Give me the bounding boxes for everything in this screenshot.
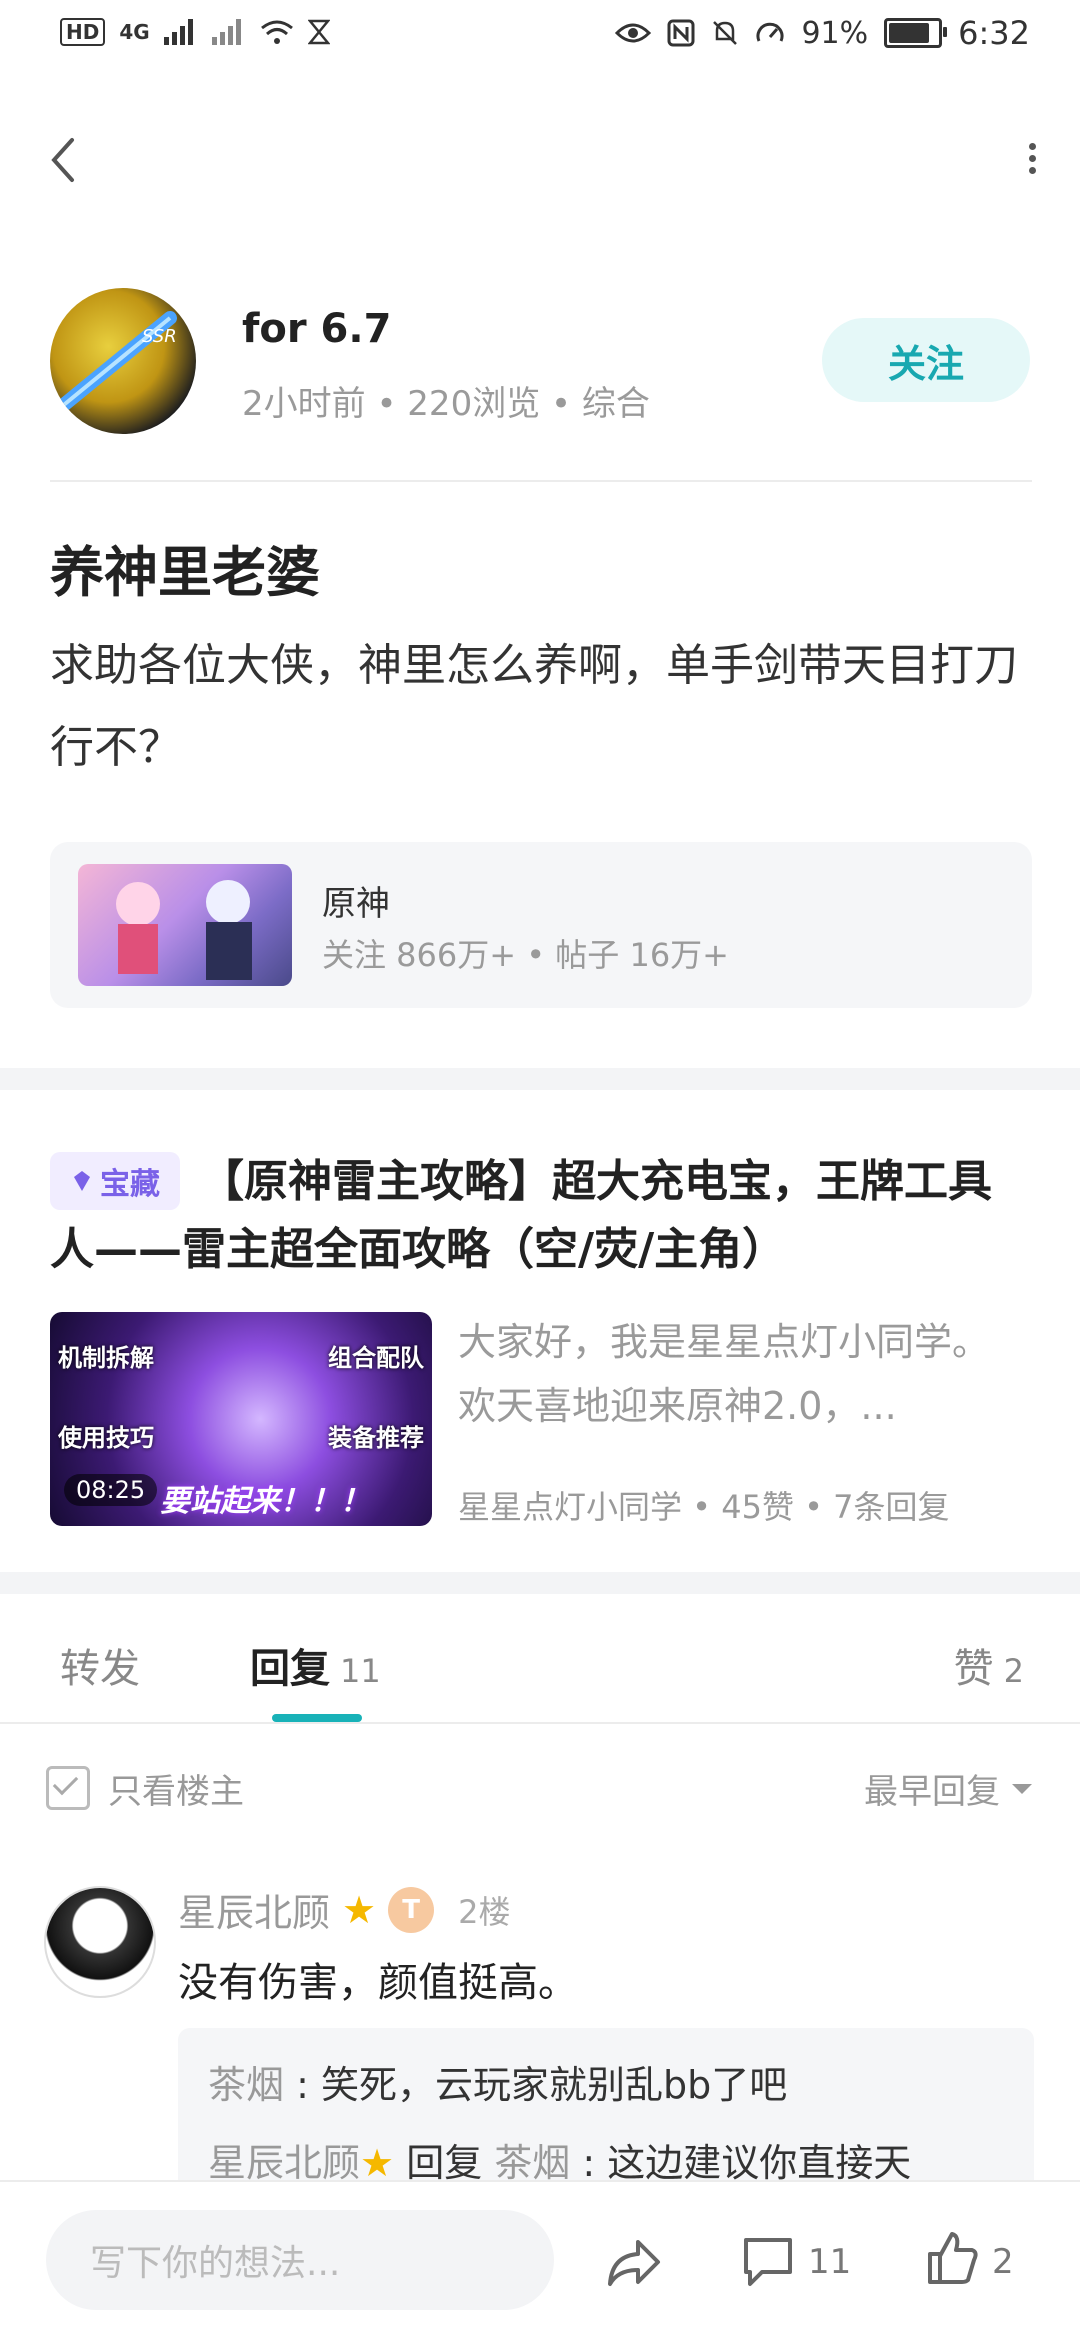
clock: 6:32 xyxy=(958,14,1030,52)
treasure-tag-label: 宝藏 xyxy=(100,1167,160,1202)
tab-reply-label: 回复 xyxy=(250,1646,330,1692)
svg-text:SSR: SSR xyxy=(142,326,177,347)
section-divider xyxy=(0,1572,1080,1594)
sub-reply-text: 笑死，云玩家就别乱bb了吧 xyxy=(320,2063,788,2107)
status-right: 91% 6:32 xyxy=(615,14,1030,52)
sub-reply-target[interactable]: 茶烟 xyxy=(494,2141,570,2185)
tab-like-count: 2 xyxy=(1003,1652,1024,1690)
separator: : xyxy=(284,2063,321,2107)
recommended-title[interactable]: 【原神雷主攻略】超大充电宝，王牌工具人——雷主超全面攻略（空/荧/主角） xyxy=(50,1148,1030,1284)
battery-fill xyxy=(889,23,930,43)
thumb-label: 组合配队 xyxy=(328,1344,424,1372)
sub-reply-user[interactable]: 茶烟 xyxy=(208,2063,284,2107)
thumb-banner: 要站起来！！！ xyxy=(160,1484,370,1519)
sub-reply: 星辰北顾★ 回复 茶烟 : 这边建议你直接天 xyxy=(208,2132,911,2187)
recommended-meta: 星星点灯小同学 • 45赞 • 7条回复 xyxy=(458,1488,950,1526)
author-name[interactable]: for 6.7 xyxy=(242,306,391,352)
back-arrow-icon[interactable] xyxy=(44,130,84,190)
mute-icon xyxy=(713,21,738,45)
post-title: 养神里老婆 xyxy=(50,541,320,604)
follow-button[interactable]: 关注 xyxy=(822,318,1030,402)
tab-forward[interactable]: 转发 xyxy=(60,1636,140,1694)
comment-icon[interactable] xyxy=(740,2234,796,2290)
tab-indicator xyxy=(272,1714,362,1722)
star-icon: ★ xyxy=(360,2141,395,2185)
only-owner-checkbox[interactable] xyxy=(46,1766,90,1810)
thumb-label: 使用技巧 xyxy=(58,1424,154,1452)
comment-input[interactable]: 写下你的想法... xyxy=(46,2210,554,2310)
divider xyxy=(50,480,1032,482)
only-owner-label[interactable]: 只看楼主 xyxy=(108,1764,244,1813)
reply-action: 回复 xyxy=(406,2141,483,2185)
battery-percent: 91% xyxy=(801,15,869,51)
level-badge: T xyxy=(388,1886,435,1933)
share-icon[interactable] xyxy=(604,2236,664,2290)
tab-reply[interactable]: 回复 11 xyxy=(250,1636,381,1694)
thumbs-up-icon[interactable] xyxy=(924,2230,980,2288)
signal-off-icon xyxy=(211,19,241,45)
signal-icon xyxy=(163,19,193,45)
sub-reply: 茶烟 : 笑死，云玩家就别乱bb了吧 xyxy=(208,2054,787,2109)
comment-count: 11 xyxy=(808,2242,852,2282)
video-duration: 08:25 xyxy=(64,1474,158,1506)
post-body: 求助各位大侠，神里怎么养啊，单手剑带天目打刀行不？ xyxy=(50,640,1018,773)
sword-image-icon: SSR xyxy=(53,311,177,415)
hd-badge: HD xyxy=(60,18,106,46)
nfc-icon xyxy=(667,19,695,47)
network-type: 4G xyxy=(119,20,150,44)
reply-text: 没有伤害，颜值挺高。 xyxy=(178,1960,578,2006)
sort-label: 最早回复 xyxy=(864,1772,1000,1812)
like-count: 2 xyxy=(992,2242,1014,2282)
sort-dropdown[interactable]: 最早回复 xyxy=(864,1764,1032,1813)
divider xyxy=(0,1722,1080,1724)
reply-username[interactable]: 星辰北顾 xyxy=(178,1882,330,1937)
recommended-video-thumbnail[interactable]: 机制拆解 组合配队 使用技巧 装备推荐 08:25 要站起来！！！ xyxy=(50,1312,432,1526)
tab-like-label: 赞 xyxy=(953,1646,994,1692)
thumb-label: 机制拆解 xyxy=(58,1344,154,1372)
more-menu-icon[interactable] xyxy=(1022,138,1042,182)
star-icon: ★ xyxy=(342,1887,377,1932)
tab-reply-count: 11 xyxy=(340,1652,381,1690)
status-bar: HD 4G 91% 6:32 xyxy=(0,0,1080,72)
hourglass-icon xyxy=(307,19,330,45)
game-art-image xyxy=(116,880,252,980)
forum-card[interactable]: 原神 关注 866万+ • 帖子 16万+ xyxy=(50,842,1032,1008)
tab-like[interactable]: 赞2 xyxy=(954,1636,1024,1694)
post-meta: 2小时前 • 220浏览 • 综合 xyxy=(242,384,650,424)
speed-icon xyxy=(756,22,784,42)
recommended-summary: 大家好，我是星星点灯小同学。欢天喜地迎来原神2.0，... xyxy=(458,1320,991,1428)
wifi-icon xyxy=(260,20,293,44)
status-left: HD 4G xyxy=(60,18,330,46)
author-avatar[interactable]: SSR xyxy=(50,288,196,434)
battery-icon xyxy=(884,18,948,48)
forum-name: 原神 xyxy=(322,884,390,924)
sub-reply-user[interactable]: 星辰北顾 xyxy=(208,2141,360,2185)
sub-reply-text: 这边建议你直接天 xyxy=(607,2141,912,2185)
treasure-tag: 宝藏 xyxy=(50,1152,180,1210)
separator: : xyxy=(570,2141,608,2185)
caret-down-icon xyxy=(1012,1783,1032,1794)
diamond-icon xyxy=(74,1171,90,1191)
reply-avatar[interactable] xyxy=(44,1886,156,1998)
reply-user-row: 星辰北顾 ★ T 2楼 xyxy=(178,1882,510,1937)
forum-stats: 关注 866万+ • 帖子 16万+ xyxy=(322,936,729,974)
eye-icon xyxy=(615,23,652,43)
floor-number: 2楼 xyxy=(458,1892,511,1931)
thumb-label: 装备推荐 xyxy=(328,1424,424,1452)
section-divider xyxy=(0,1068,1080,1090)
forum-thumbnail xyxy=(78,864,292,986)
